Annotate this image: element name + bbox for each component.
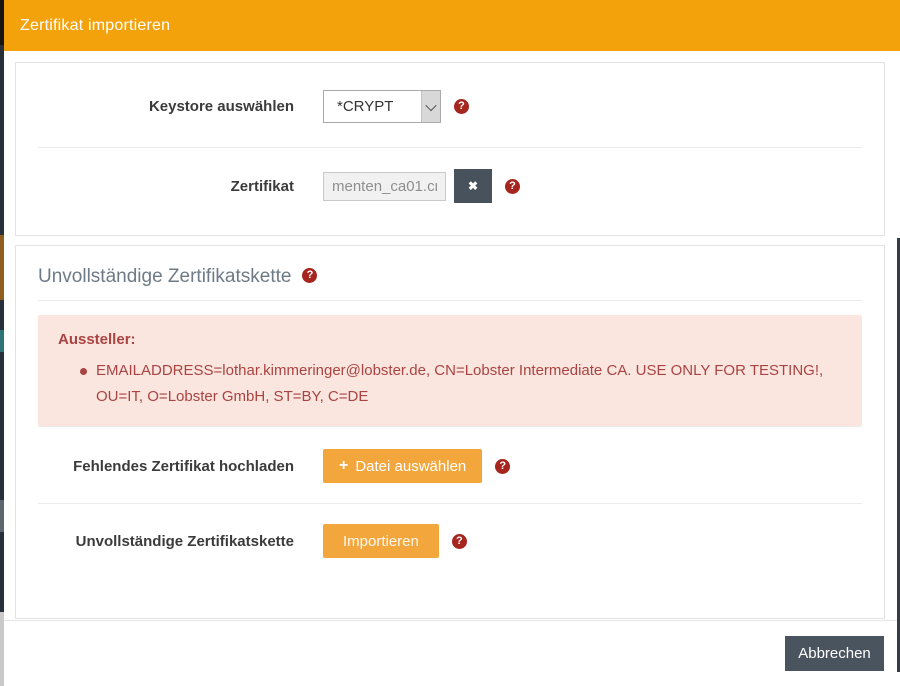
issuer-list-item: EMAILADDRESS=lothar.kimmeringer@lobster.…: [80, 358, 840, 410]
divider: [38, 300, 862, 301]
keystore-help-icon[interactable]: ?: [454, 99, 469, 114]
remove-certificate-button[interactable]: ✖: [454, 169, 492, 203]
keystore-panel: Keystore auswählen *CRYPT ? Zertifikat ✖…: [15, 62, 885, 236]
chain-heading: Unvollständige Zertifikatskette: [38, 266, 291, 288]
import-button[interactable]: Importieren: [323, 524, 439, 558]
keystore-select[interactable]: *CRYPT: [323, 90, 441, 123]
keystore-select-value: *CRYPT: [324, 91, 421, 122]
choose-file-button-label: Datei auswählen: [355, 458, 466, 475]
modal-title: Zertifikat importieren: [20, 17, 170, 35]
certificate-help-icon[interactable]: ?: [505, 179, 520, 194]
keystore-row: Keystore auswählen *CRYPT ?: [16, 63, 884, 147]
certificate-label: Zertifikat: [38, 178, 294, 195]
modal-footer: Abbrechen: [0, 620, 900, 686]
upload-help-icon[interactable]: ?: [495, 459, 510, 474]
import-certificate-dialog: Zertifikat importieren Keystore auswähle…: [0, 0, 900, 686]
chain-help-icon[interactable]: ?: [302, 268, 317, 283]
background-page-edge-left: [0, 0, 4, 686]
certificate-row: Zertifikat ✖ ?: [16, 148, 884, 235]
cancel-button[interactable]: Abbrechen: [785, 636, 884, 671]
chain-panel: Unvollständige Zertifikatskette ? Ausste…: [15, 245, 885, 619]
import-label: Unvollständige Zertifikatskette: [38, 533, 294, 550]
choose-file-button[interactable]: + Datei auswählen: [323, 449, 482, 483]
certificate-filename-input[interactable]: [323, 172, 446, 201]
upload-label: Fehlendes Zertifikat hochladen: [38, 458, 294, 475]
chevron-down-icon: [421, 91, 440, 122]
keystore-label: Keystore auswählen: [38, 98, 294, 115]
issuer-label: Aussteller:: [58, 331, 842, 348]
plus-icon: +: [339, 457, 348, 475]
import-row: Unvollständige Zertifikatskette Importie…: [16, 504, 884, 578]
close-icon: ✖: [468, 179, 478, 193]
import-button-label: Importieren: [343, 533, 419, 550]
upload-row: Fehlendes Zertifikat hochladen + Datei a…: [16, 427, 884, 503]
issuer-alert: Aussteller: EMAILADDRESS=lothar.kimmerin…: [38, 315, 862, 426]
chain-section-header: Unvollständige Zertifikatskette ?: [16, 246, 884, 300]
import-help-icon[interactable]: ?: [452, 534, 467, 549]
modal-header: Zertifikat importieren: [0, 0, 900, 51]
issuer-list: EMAILADDRESS=lothar.kimmeringer@lobster.…: [80, 358, 842, 410]
